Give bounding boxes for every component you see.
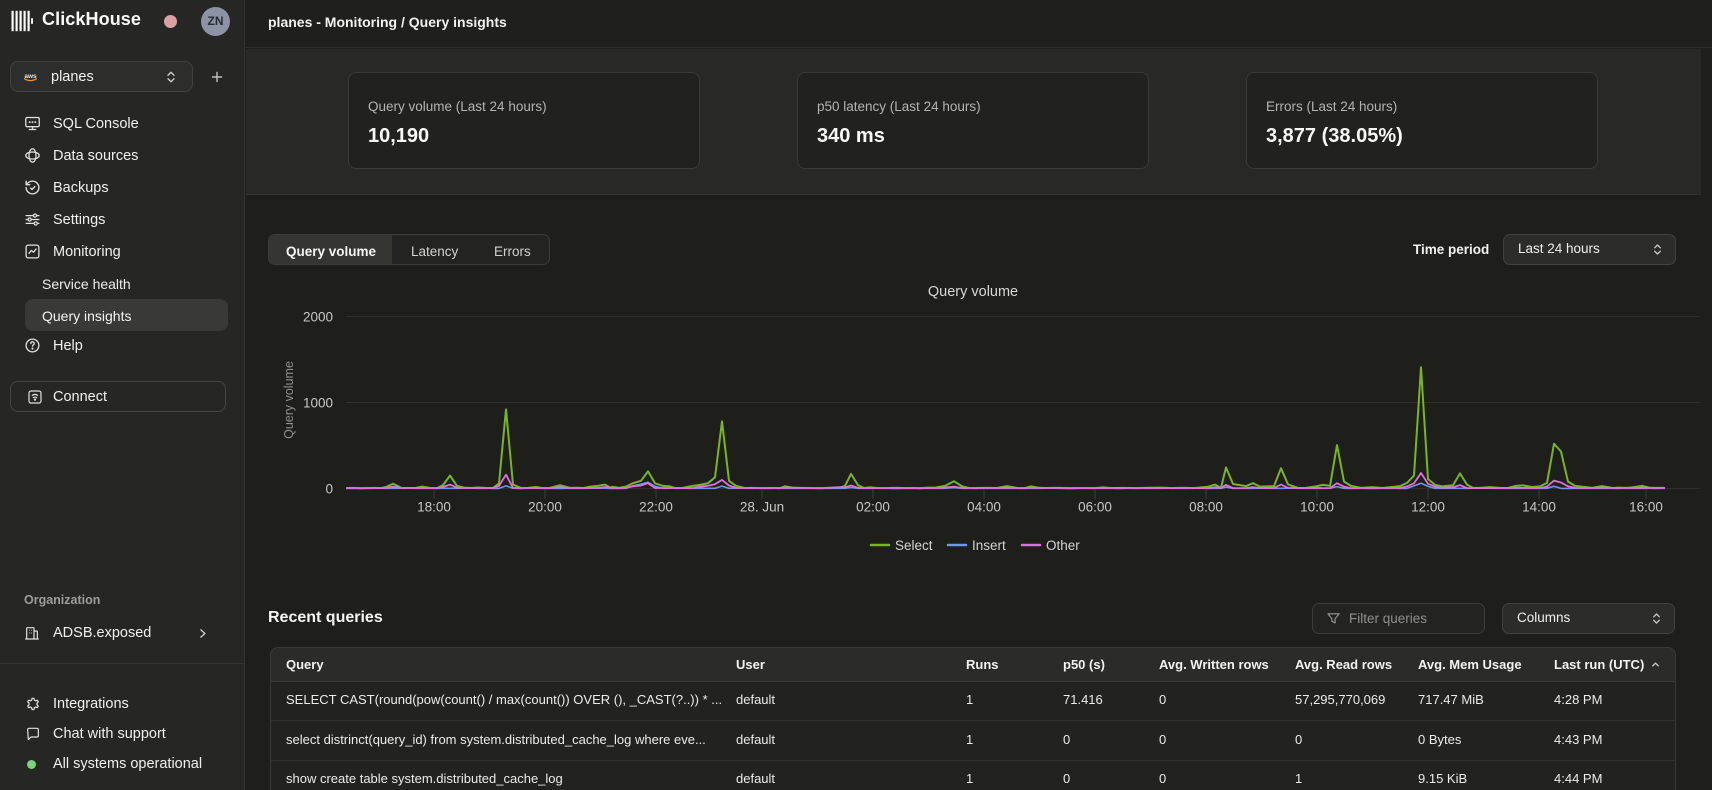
svg-text:20:00: 20:00 bbox=[528, 500, 562, 515]
svg-text:18:00: 18:00 bbox=[417, 500, 451, 515]
svg-text:16:00: 16:00 bbox=[1629, 500, 1663, 515]
svg-text:Other: Other bbox=[1046, 538, 1080, 553]
svg-text:08:00: 08:00 bbox=[1189, 500, 1223, 515]
svg-text:Insert: Insert bbox=[972, 538, 1006, 553]
svg-text:22:00: 22:00 bbox=[639, 500, 673, 515]
svg-text:02:00: 02:00 bbox=[856, 500, 890, 515]
svg-text:1000: 1000 bbox=[303, 396, 333, 411]
svg-text:04:00: 04:00 bbox=[967, 500, 1001, 515]
svg-text:2000: 2000 bbox=[303, 310, 333, 325]
svg-text:0: 0 bbox=[325, 482, 333, 497]
svg-text:12:00: 12:00 bbox=[1411, 500, 1445, 515]
svg-text:Select: Select bbox=[895, 538, 933, 553]
svg-text:10:00: 10:00 bbox=[1300, 500, 1334, 515]
svg-text:Query volume: Query volume bbox=[928, 284, 1018, 300]
svg-text:28. Jun: 28. Jun bbox=[740, 500, 784, 515]
svg-text:Query volume: Query volume bbox=[282, 361, 296, 439]
svg-text:14:00: 14:00 bbox=[1522, 500, 1556, 515]
svg-text:06:00: 06:00 bbox=[1078, 500, 1112, 515]
